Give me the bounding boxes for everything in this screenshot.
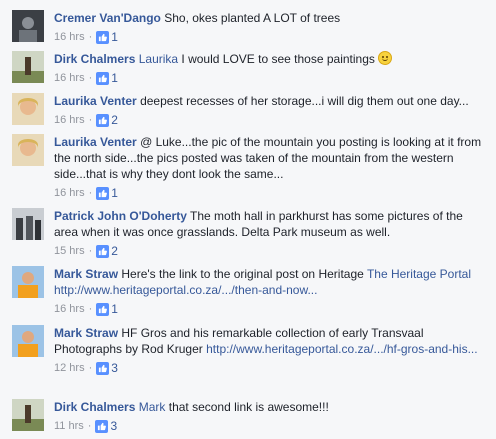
- avatar[interactable]: [12, 208, 44, 240]
- comment-timestamp[interactable]: 16 hrs: [54, 303, 85, 315]
- meta-separator: ·: [87, 420, 92, 432]
- thumbs-up-icon[interactable]: [96, 30, 110, 44]
- meta-separator: ·: [88, 187, 93, 199]
- avatar[interactable]: [12, 266, 44, 298]
- url-link[interactable]: http://www.heritageportal.co.za/.../hf-g…: [206, 342, 477, 356]
- comment-text: Laurika Venter deepest recesses of her s…: [54, 93, 488, 109]
- comment-timestamp[interactable]: 11 hrs: [54, 420, 84, 432]
- like-count[interactable]: 3: [110, 419, 117, 433]
- like-count[interactable]: 1: [111, 186, 118, 200]
- meta-separator: ·: [88, 245, 93, 257]
- avatar[interactable]: [12, 51, 44, 83]
- like-count[interactable]: 1: [111, 71, 118, 85]
- comment-text: Mark Straw Here's the link to the origin…: [54, 266, 488, 298]
- comment-meta: 15 hrs · 2: [54, 243, 488, 259]
- thumbs-up-icon[interactable]: [96, 113, 110, 127]
- comment-timestamp[interactable]: 16 hrs: [54, 187, 85, 199]
- comment-author[interactable]: Dirk Chalmers: [54, 400, 135, 414]
- comment-author[interactable]: Cremer Van'Dango: [54, 11, 161, 25]
- url-link[interactable]: http://www.heritageportal.co.za/.../then…: [54, 283, 317, 297]
- like-count[interactable]: 2: [111, 113, 118, 127]
- thumbs-up-icon[interactable]: [96, 244, 110, 258]
- avatar[interactable]: [12, 10, 44, 42]
- like-count[interactable]: 2: [111, 244, 118, 258]
- comment-timestamp[interactable]: 16 hrs: [54, 72, 85, 84]
- like-count[interactable]: 1: [111, 302, 118, 316]
- comment-timestamp[interactable]: 16 hrs: [54, 31, 85, 43]
- thumbs-up-icon[interactable]: [95, 419, 109, 433]
- comment-author[interactable]: Mark Straw: [54, 326, 118, 340]
- comment-message: Here's the link to the original post on …: [121, 267, 364, 281]
- meta-separator: ·: [88, 303, 93, 315]
- avatar[interactable]: [12, 93, 44, 125]
- comment-meta: 16 hrs · 1: [54, 29, 488, 45]
- comment-text: Mark Straw HF Gros and his remarkable co…: [54, 325, 488, 357]
- comment-timestamp[interactable]: 12 hrs: [54, 362, 85, 374]
- smiley-emoji-icon: [378, 51, 393, 65]
- comment-message: that second link is awesome!!!: [168, 400, 329, 414]
- heritage-portal-link[interactable]: The Heritage Portal: [367, 267, 471, 281]
- avatar[interactable]: [12, 399, 44, 431]
- mention-tag[interactable]: Laurika: [139, 52, 178, 66]
- comment-timestamp[interactable]: 15 hrs: [54, 245, 85, 257]
- comment-author[interactable]: Mark Straw: [54, 267, 118, 281]
- like-count[interactable]: 3: [111, 361, 118, 375]
- comment-text: Patrick John O'Doherty The moth hall in …: [54, 208, 488, 240]
- meta-separator: ·: [88, 72, 93, 84]
- thumbs-up-icon[interactable]: [96, 302, 110, 316]
- comment-text: Dirk Chalmers Mark that second link is a…: [54, 399, 488, 415]
- comment-meta: 16 hrs · 2: [54, 112, 488, 128]
- like-count[interactable]: 1: [111, 30, 118, 44]
- comment-author[interactable]: Dirk Chalmers: [54, 52, 135, 66]
- thumbs-up-icon[interactable]: [96, 186, 110, 200]
- comment-text: Cremer Van'Dango Sho, okes planted A LOT…: [54, 10, 488, 26]
- mention-tag[interactable]: Mark: [139, 400, 166, 414]
- comment-timestamp[interactable]: 16 hrs: [54, 114, 85, 126]
- meta-separator: ·: [88, 114, 93, 126]
- comment-meta: 11 hrs · 3: [54, 418, 488, 434]
- comment-message: Sho, okes planted A LOT of trees: [164, 11, 341, 25]
- meta-separator: ·: [88, 362, 93, 374]
- comment-meta: 12 hrs · 3: [54, 360, 488, 376]
- comment-text: Dirk Chalmers Laurika I would LOVE to se…: [54, 51, 488, 67]
- thumbs-up-icon[interactable]: [96, 361, 110, 375]
- comment-author[interactable]: Patrick John O'Doherty: [54, 209, 187, 223]
- comment-message: deepest recesses of her storage...i will…: [140, 94, 469, 108]
- comment-text: Laurika Venter @ Luke...the pic of the m…: [54, 134, 488, 182]
- comment-author[interactable]: Laurika Venter: [54, 135, 137, 149]
- comment-author[interactable]: Laurika Venter: [54, 94, 137, 108]
- comment-message: I would LOVE to see those paintings: [181, 52, 375, 66]
- comment-meta: 16 hrs · 1: [54, 301, 488, 317]
- thumbs-up-icon[interactable]: [96, 71, 110, 85]
- avatar[interactable]: [12, 134, 44, 166]
- meta-separator: ·: [88, 31, 93, 43]
- comment-meta: 16 hrs · 1: [54, 185, 488, 201]
- avatar[interactable]: [12, 325, 44, 357]
- comment-meta: 16 hrs · 1: [54, 70, 488, 86]
